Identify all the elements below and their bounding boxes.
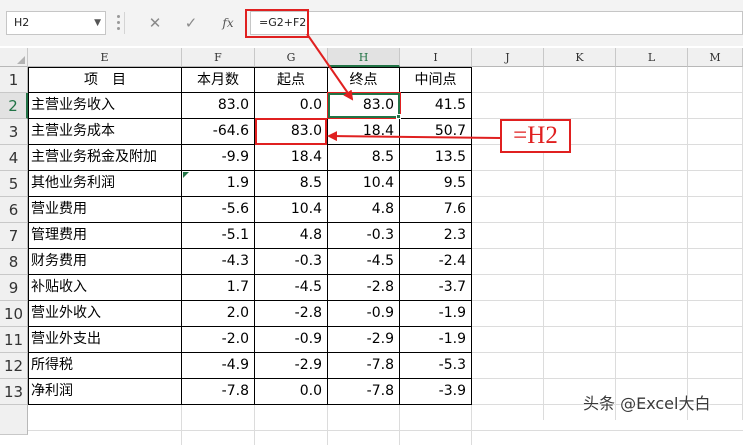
gridline — [28, 430, 743, 431]
formula-arrow — [306, 33, 354, 101]
watermark: 头条 @Excel大白 — [583, 394, 711, 413]
label-arrow — [327, 131, 501, 142]
annotation-label: =H2 — [500, 119, 571, 153]
annotation-arrows — [306, 33, 501, 142]
